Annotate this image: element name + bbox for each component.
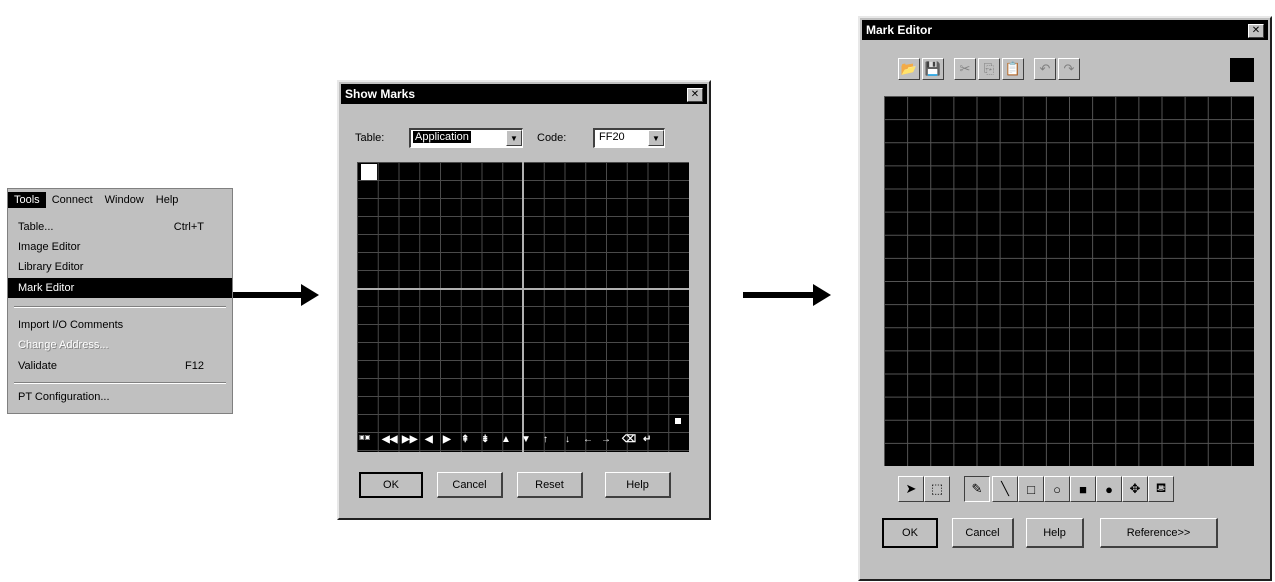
help-button[interactable]: Help bbox=[1026, 518, 1084, 548]
copy-icon: ⎘ bbox=[978, 58, 1000, 80]
save-icon[interactable]: 💾 bbox=[922, 58, 944, 80]
reset-button[interactable]: Reset bbox=[517, 472, 583, 498]
rectangle-icon[interactable]: □ bbox=[1018, 476, 1044, 502]
symbol-right-icon: ▶ bbox=[443, 434, 451, 445]
menu-item-label: Table... bbox=[18, 221, 54, 233]
menu-item-label: Image Editor bbox=[18, 241, 81, 253]
open-file-icon[interactable]: 📂 bbox=[898, 58, 920, 80]
menu-item-label: PT Configuration... bbox=[18, 391, 110, 403]
symbol-left-icon: ◀ bbox=[425, 434, 433, 445]
menu-item-label: Mark Editor bbox=[18, 282, 75, 294]
menu-help[interactable]: Help bbox=[150, 192, 185, 208]
mark-editor-canvas[interactable] bbox=[884, 96, 1254, 466]
table-select-value: Application bbox=[413, 131, 471, 143]
menu-item-label: Validate bbox=[18, 360, 57, 372]
mark-editor-dialog: Mark Editor ✕ 📂 💾 ✂ ⎘ 📋 ↶ ↷ ➤ ⬚ ✎ ╲ □ ○ … bbox=[858, 16, 1272, 581]
menu-item-shortcut: Ctrl+T bbox=[173, 221, 204, 233]
symbol-down-triangle-icon: ▼ bbox=[521, 434, 531, 445]
ellipse-icon[interactable]: ○ bbox=[1044, 476, 1070, 502]
menu-item-validate[interactable]: Validate F12 bbox=[14, 356, 226, 376]
small-mark bbox=[675, 418, 681, 424]
menu-window[interactable]: Window bbox=[99, 192, 150, 208]
symbol-page-down-icon: ⇟ bbox=[481, 434, 490, 445]
menu-item-label: Change Address... bbox=[18, 339, 109, 351]
symbol-page-up-icon: ⇞ bbox=[461, 434, 470, 445]
ok-button[interactable]: OK bbox=[359, 472, 423, 498]
menu-item-image-editor[interactable]: Image Editor bbox=[14, 237, 226, 257]
menu-item-import-io-comments[interactable]: Import I/O Comments bbox=[14, 315, 226, 335]
symbol-rewind-icon: ◀◀ bbox=[382, 434, 398, 445]
menu-connect[interactable]: Connect bbox=[46, 192, 99, 208]
code-label: Code: bbox=[537, 132, 567, 144]
menu-item-label: Library Editor bbox=[18, 261, 84, 273]
symbol-fast-forward-icon: ▶▶ bbox=[402, 434, 418, 445]
fill-bucket-icon[interactable]: ⛾ bbox=[1148, 476, 1174, 502]
table-select[interactable]: Application ▼ bbox=[409, 128, 523, 148]
redo-icon: ↷ bbox=[1058, 58, 1080, 80]
cut-icon: ✂ bbox=[954, 58, 976, 80]
menu-separator bbox=[14, 306, 226, 308]
chevron-down-icon[interactable]: ▼ bbox=[506, 130, 522, 146]
move-icon[interactable]: ✥ bbox=[1122, 476, 1148, 502]
menu-item-table[interactable]: Table... Ctrl+T bbox=[14, 217, 226, 237]
marks-grid[interactable] bbox=[357, 162, 689, 452]
selected-mark-cell[interactable] bbox=[361, 164, 377, 180]
menu-item-shortcut: F12 bbox=[185, 360, 204, 372]
code-select-value: FF20 bbox=[599, 131, 625, 143]
menu-item-pt-configuration[interactable]: PT Configuration... bbox=[14, 387, 226, 407]
filled-ellipse-icon[interactable]: ● bbox=[1096, 476, 1122, 502]
menu-item-change-address: Change Address... bbox=[14, 335, 226, 355]
tools-menu: Tools Connect Window Help Table... Ctrl+… bbox=[7, 188, 233, 414]
show-marks-title: Show Marks bbox=[341, 84, 707, 104]
reference-button[interactable]: Reference>> bbox=[1100, 518, 1218, 548]
color-swatch[interactable] bbox=[1230, 58, 1254, 82]
symbol-right-arrow-icon: → bbox=[601, 434, 611, 445]
cancel-button[interactable]: Cancel bbox=[437, 472, 503, 498]
symbol-up-triangle-icon: ▲ bbox=[501, 434, 511, 445]
menu-item-label: Import I/O Comments bbox=[18, 319, 124, 331]
close-icon[interactable]: ✕ bbox=[687, 88, 703, 102]
flow-arrow bbox=[743, 284, 831, 306]
flow-arrow bbox=[233, 284, 319, 306]
help-button[interactable]: Help bbox=[605, 472, 671, 498]
select-arrow-icon[interactable]: ➤ bbox=[898, 476, 924, 502]
special-chars-icon: ▣▣ bbox=[359, 435, 371, 441]
ok-button[interactable]: OK bbox=[882, 518, 938, 548]
filled-rectangle-icon[interactable]: ■ bbox=[1070, 476, 1096, 502]
line-icon[interactable]: ╲ bbox=[992, 476, 1018, 502]
mark-editor-title: Mark Editor bbox=[862, 20, 1268, 40]
symbol-down-arrow-icon: ↓ bbox=[565, 434, 570, 445]
symbol-backspace-icon: ⌫ bbox=[622, 434, 637, 445]
menu-separator bbox=[14, 382, 226, 384]
paste-icon[interactable]: 📋 bbox=[1002, 58, 1024, 80]
show-marks-dialog: Show Marks ✕ Table: Application ▼ Code: … bbox=[337, 80, 711, 520]
chevron-down-icon[interactable]: ▼ bbox=[648, 130, 664, 146]
menu-item-mark-editor[interactable]: Mark Editor bbox=[8, 278, 232, 298]
close-icon[interactable]: ✕ bbox=[1248, 24, 1264, 38]
menu-bar: Tools Connect Window Help bbox=[8, 189, 232, 211]
select-rectangle-icon[interactable]: ⬚ bbox=[924, 476, 950, 502]
grid-divider bbox=[522, 162, 524, 452]
symbol-enter-icon: ↵ bbox=[643, 434, 652, 445]
table-label: Table: bbox=[355, 132, 385, 144]
cancel-button[interactable]: Cancel bbox=[952, 518, 1014, 548]
pencil-icon[interactable]: ✎ bbox=[964, 476, 990, 502]
symbol-up-arrow-icon: ↑ bbox=[543, 434, 548, 445]
code-select[interactable]: FF20 ▼ bbox=[593, 128, 665, 148]
menu-item-library-editor[interactable]: Library Editor bbox=[14, 257, 226, 277]
undo-icon: ↶ bbox=[1034, 58, 1056, 80]
menu-tools[interactable]: Tools bbox=[8, 192, 46, 208]
symbol-left-arrow-icon: ← bbox=[583, 434, 593, 445]
